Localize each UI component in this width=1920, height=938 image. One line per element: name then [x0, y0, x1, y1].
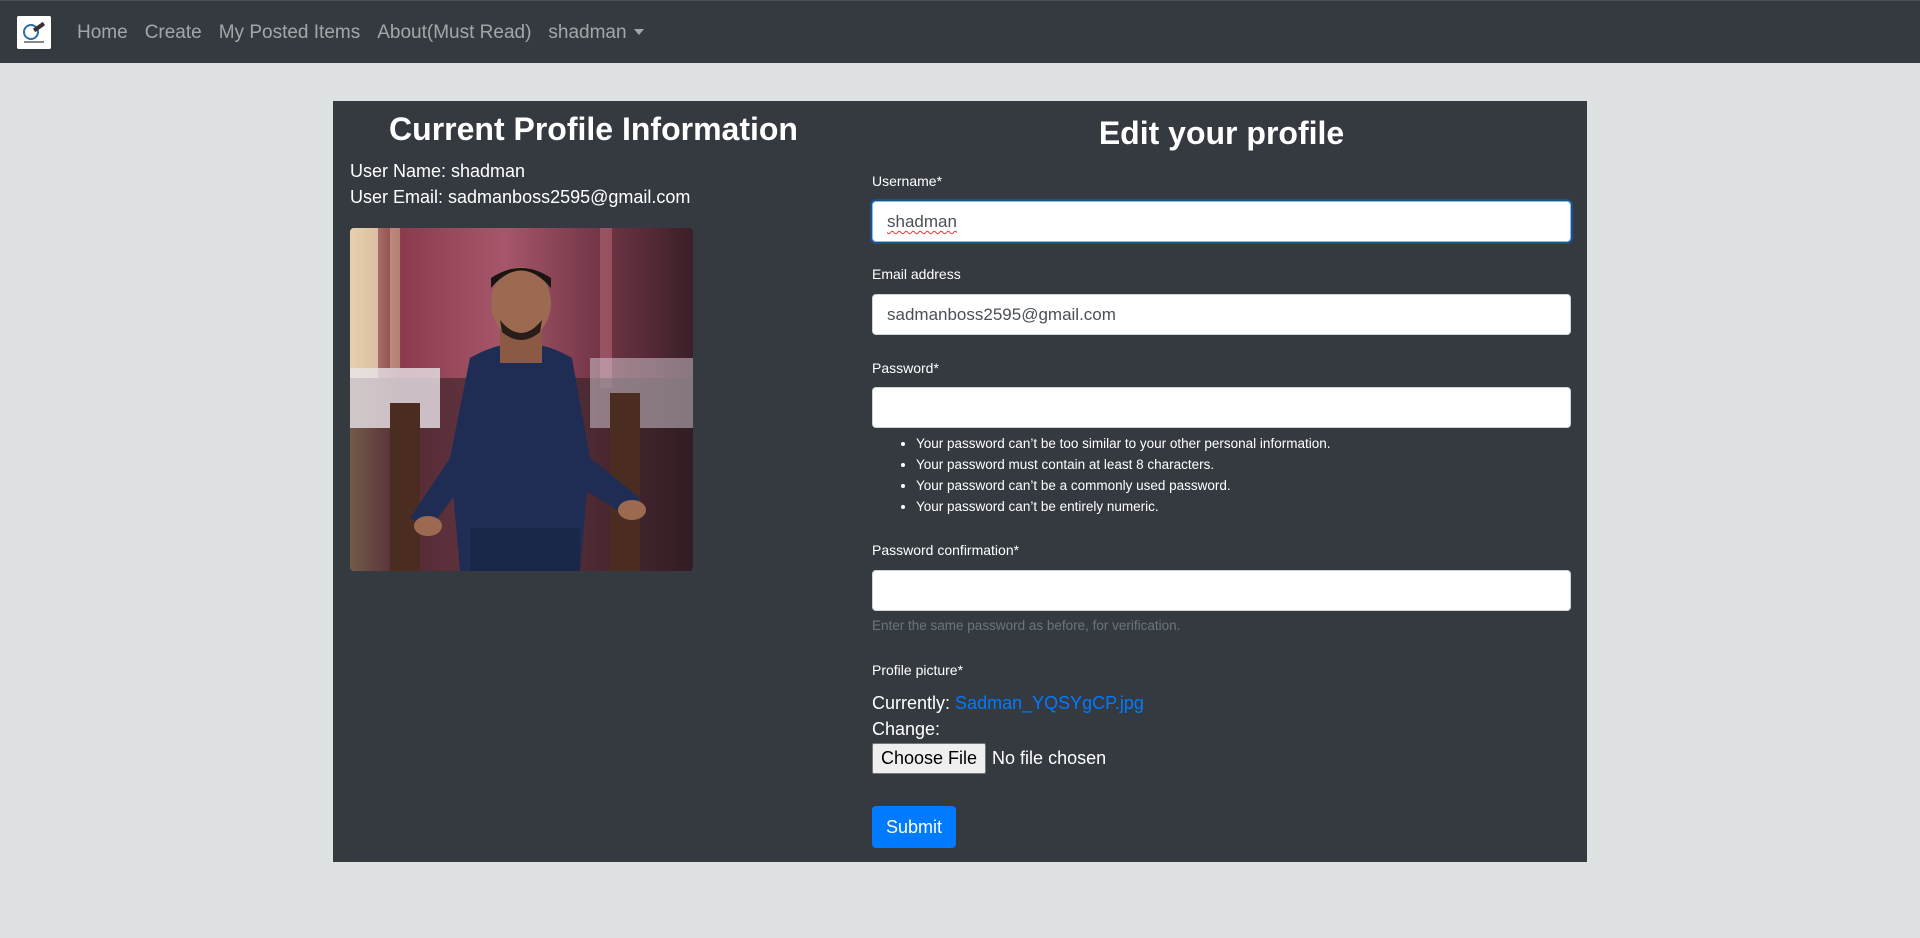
profile-username: User Name: shadman [350, 161, 526, 181]
password-help-item: Your password can’t be entirely numeric. [916, 496, 1330, 517]
email-label: Email address [872, 266, 961, 282]
file-input: Choose File No file chosen [872, 743, 1106, 774]
navbar: Home Create My Posted Items About(Must R… [0, 0, 1920, 63]
current-picture-link[interactable]: Sadman_YQSYgCP.jpg [955, 693, 1144, 713]
password-input[interactable] [872, 387, 1571, 428]
currently-label: Currently: [872, 693, 951, 713]
current-profile-title: Current Profile Information [389, 111, 798, 147]
username-label: Username* [872, 173, 943, 189]
profile-email: User Email: sadmanboss2595@gmail.com [350, 187, 691, 207]
nav-my-posted-items-link[interactable]: My Posted Items [219, 22, 361, 44]
profile-photo [350, 228, 693, 571]
email-input[interactable]: sadmanboss2595@gmail.com [872, 294, 1571, 335]
password-label: Password* [872, 360, 939, 376]
password-confirmation-label: Password confirmation* [872, 542, 1020, 558]
chevron-down-icon [633, 28, 644, 35]
choose-file-button[interactable]: Choose File [872, 743, 987, 774]
profile-panel: Current Profile Information User Name: s… [333, 101, 1587, 862]
username-input[interactable]: shadman [872, 201, 1571, 242]
username-value: shadman [887, 212, 957, 231]
password-confirmation-input[interactable] [872, 570, 1571, 611]
password-confirmation-help: Enter the same password as before, for v… [872, 618, 1181, 633]
password-help-item: Your password can’t be a commonly used p… [916, 475, 1330, 496]
nav-home-link[interactable]: Home [77, 22, 128, 44]
user-dropdown-toggle[interactable]: shadman [548, 21, 644, 44]
current-picture-row: Currently: Sadman_YQSYgCP.jpg [872, 693, 1144, 714]
password-help-item: Your password must contain at least 8 ch… [916, 454, 1330, 475]
submit-button[interactable]: Submit [872, 806, 956, 848]
edit-profile-title: Edit your profile [1098, 115, 1345, 151]
email-value: sadmanboss2595@gmail.com [887, 305, 1116, 324]
nav-about-link[interactable]: About(Must Read) [377, 22, 531, 44]
password-help-item: Your password can’t be too similar to yo… [916, 433, 1330, 454]
site-logo-icon[interactable] [17, 16, 51, 49]
change-label: Change: [872, 719, 941, 739]
no-file-chosen-text: No file chosen [992, 748, 1107, 768]
user-dropdown-label: shadman [548, 21, 627, 43]
password-help-list: Your password can’t be too similar to yo… [872, 433, 1330, 517]
nav-create-link[interactable]: Create [145, 22, 202, 44]
profile-picture-label: Profile picture* [872, 662, 964, 678]
